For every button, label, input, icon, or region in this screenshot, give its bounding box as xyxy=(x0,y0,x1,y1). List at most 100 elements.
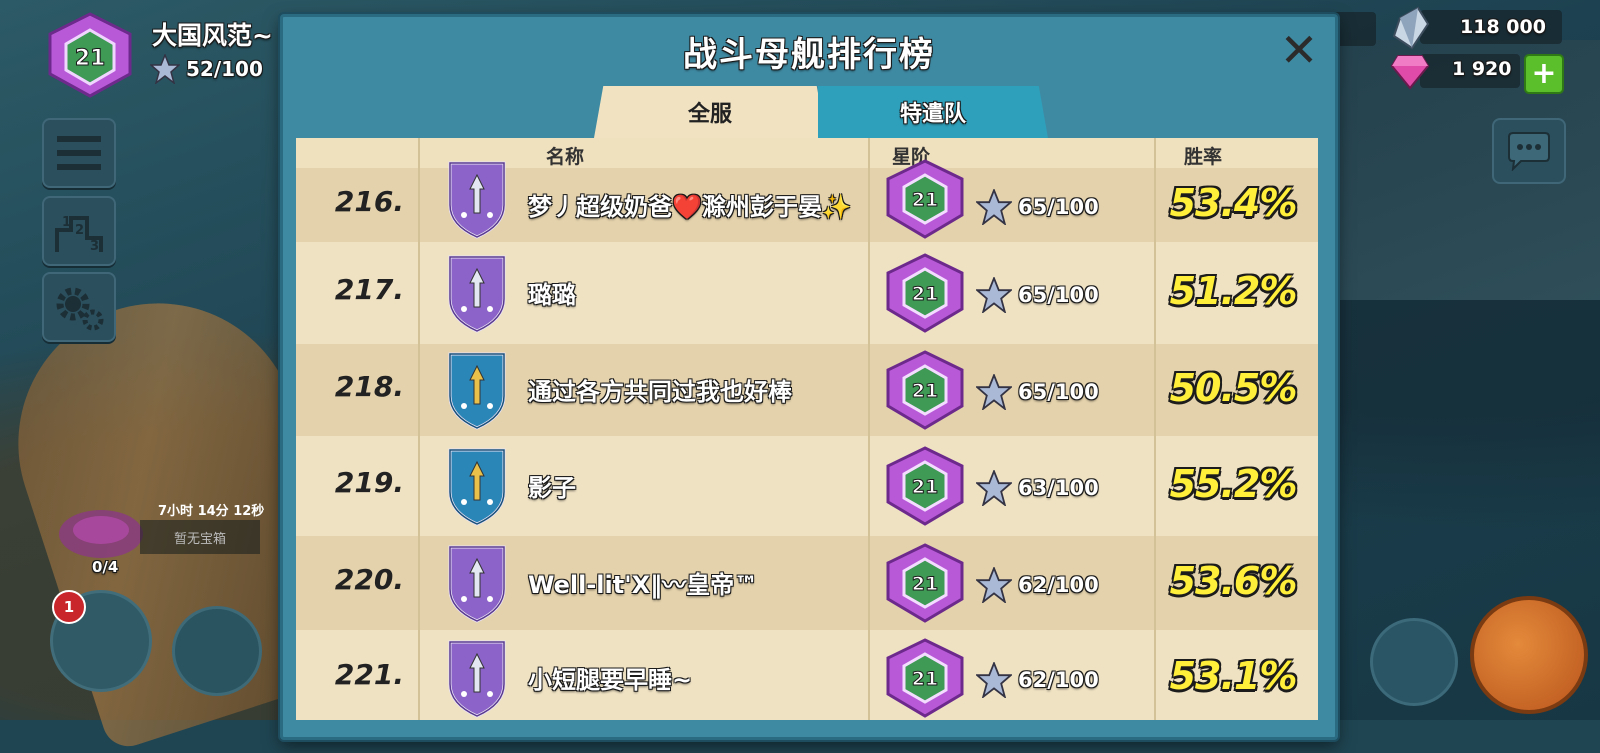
table-row[interactable]: 220. Well-lit'X‖〰皇帝™ 21 62/100 53.6% xyxy=(296,536,1318,633)
leaderboard-title: 战斗母舰排行榜 xyxy=(683,35,935,75)
svg-text:1: 1 xyxy=(62,215,71,230)
dagger-emblem-blue-icon xyxy=(448,352,506,430)
rank-level-text: 21 xyxy=(912,476,938,498)
star-progress-value: 63/100 xyxy=(1018,476,1099,500)
iron-value: 118 000 xyxy=(1460,16,1546,38)
table-row[interactable]: 219. 影子 21 63/100 55.2% xyxy=(296,436,1318,539)
column-header-name: 名称 xyxy=(546,146,585,168)
coral-chest-icon xyxy=(59,510,143,558)
star-progress-value: 65/100 xyxy=(1018,195,1099,219)
column-header-winrate: 胜率 xyxy=(1184,146,1223,168)
gunboat-weapon-button[interactable] xyxy=(172,606,262,696)
chest-count: 0/4 xyxy=(92,558,119,576)
headquarters-button[interactable] xyxy=(1370,618,1458,706)
attack-map-button[interactable] xyxy=(1470,596,1588,714)
diamonds-value: 1 920 xyxy=(1452,58,1512,80)
raised-fist-emblem-purple-icon xyxy=(448,640,506,718)
close-button[interactable]: ✕ xyxy=(1277,27,1321,73)
star-icon xyxy=(976,662,1012,698)
winrate-value: 53.1% xyxy=(1169,654,1298,698)
rank-number: 218. xyxy=(334,370,404,403)
rank-badge-icon: 21 xyxy=(886,159,964,239)
winged-star-emblem-purple-icon xyxy=(448,161,506,239)
column-divider xyxy=(1154,138,1156,720)
iron-crystal-icon xyxy=(1392,6,1430,50)
star-progress-value: 62/100 xyxy=(1018,668,1099,692)
player-name-cell: 影子 xyxy=(528,474,576,502)
leaderboard-button[interactable]: 1 2 3 xyxy=(42,196,116,266)
star-progress: 62/100 xyxy=(976,662,1099,698)
table-row[interactable]: 218. 通过各方共同过我也好棒 21 65/100 50.5% xyxy=(296,344,1318,439)
chest-empty-label: 暂无宝箱 xyxy=(140,520,260,554)
star-icon xyxy=(976,277,1012,313)
svg-text:2: 2 xyxy=(75,223,84,238)
player-name-cell: 璐璐 xyxy=(528,281,576,309)
star-progress-value: 62/100 xyxy=(1018,573,1099,597)
rank-number: 219. xyxy=(334,466,404,499)
rank-badge-icon: 21 xyxy=(48,12,132,98)
player-level-text: 21 xyxy=(75,46,106,71)
settings-button[interactable] xyxy=(42,272,116,342)
star-progress: 65/100 xyxy=(976,374,1099,410)
svg-text:3: 3 xyxy=(90,239,99,254)
player-name-cell: Well-lit'X‖〰皇帝™ xyxy=(528,571,759,599)
player-stars-value: 52/100 xyxy=(186,57,263,81)
player-stars: 52/100 xyxy=(150,54,263,84)
hamburger-menu-icon xyxy=(57,136,101,170)
column-divider xyxy=(418,138,420,720)
player-level-badge[interactable]: 21 xyxy=(44,12,136,102)
add-diamonds-button[interactable]: + xyxy=(1524,54,1564,94)
rank-level-text: 21 xyxy=(912,380,938,402)
rank-number: 221. xyxy=(334,658,404,691)
rank-number: 217. xyxy=(334,273,404,306)
winrate-value: 51.2% xyxy=(1169,269,1298,313)
table-row[interactable]: 221. 小短腿要早睡~ 21 62/100 53.1% xyxy=(296,630,1318,720)
table-row[interactable]: 216. 梦丿超级奶爸❤️滁州彭于晏✨ 21 65/100 53.4% xyxy=(296,159,1318,245)
winrate-value: 50.5% xyxy=(1169,366,1298,410)
player-name-cell: 梦丿超级奶爸❤️滁州彭于晏✨ xyxy=(528,193,852,221)
table-row[interactable]: 217. 璐璐 21 65/100 51.2% xyxy=(296,242,1318,347)
rank-level-text: 21 xyxy=(912,573,938,595)
star-icon xyxy=(976,470,1012,506)
star-icon xyxy=(976,567,1012,603)
winrate-value: 53.6% xyxy=(1169,559,1298,603)
sword-stars-emblem-blue-icon xyxy=(448,448,506,526)
star-progress-value: 65/100 xyxy=(1018,380,1099,404)
player-name-cell: 通过各方共同过我也好棒 xyxy=(528,378,792,406)
star-progress: 65/100 xyxy=(976,277,1099,313)
rank-badge-icon: 21 xyxy=(886,543,964,623)
winrate-value: 55.2% xyxy=(1169,462,1298,506)
rank-badge-icon: 21 xyxy=(886,253,964,333)
player-name-cell: 小短腿要早睡~ xyxy=(528,666,693,694)
rank-badge-icon: 21 xyxy=(886,446,964,526)
raised-fist-emblem-purple-icon xyxy=(448,255,506,333)
star-icon xyxy=(150,54,180,84)
rank-badge-icon: 21 xyxy=(886,638,964,718)
notification-badge: 1 xyxy=(52,590,86,624)
star-icon xyxy=(976,374,1012,410)
rank-badge-icon: 21 xyxy=(886,350,964,430)
star-progress: 63/100 xyxy=(976,470,1099,506)
gears-icon xyxy=(56,287,104,331)
rank-level-text: 21 xyxy=(912,668,938,690)
chat-bubble-icon xyxy=(1508,132,1550,171)
rank-level-text: 21 xyxy=(912,189,938,211)
star-progress: 65/100 xyxy=(976,189,1099,225)
rank-number: 220. xyxy=(334,563,404,596)
winrate-value: 53.4% xyxy=(1169,181,1298,225)
star-icon xyxy=(976,189,1012,225)
rank-level-text: 21 xyxy=(912,283,938,305)
chest-timer: 7小时 14分 12秒 xyxy=(158,504,265,519)
player-name: 大国风范~ xyxy=(152,21,273,50)
tab-global[interactable]: 全服 xyxy=(594,86,826,138)
chat-button[interactable] xyxy=(1492,118,1566,184)
diamond-icon xyxy=(1390,55,1430,90)
main-menu-button[interactable] xyxy=(42,118,116,188)
rank-number: 216. xyxy=(334,185,404,218)
leaderboard-table: 名称 星阶 胜率 216. 梦丿超级奶爸❤️滁州彭于晏✨ 21 65/100 53.4%… xyxy=(296,138,1318,720)
star-progress-value: 65/100 xyxy=(1018,283,1099,307)
winged-emblem-purple-icon xyxy=(448,545,506,623)
star-progress: 62/100 xyxy=(976,567,1099,603)
column-divider xyxy=(868,138,870,720)
tab-taskforce[interactable]: 特遣队 xyxy=(818,86,1048,138)
